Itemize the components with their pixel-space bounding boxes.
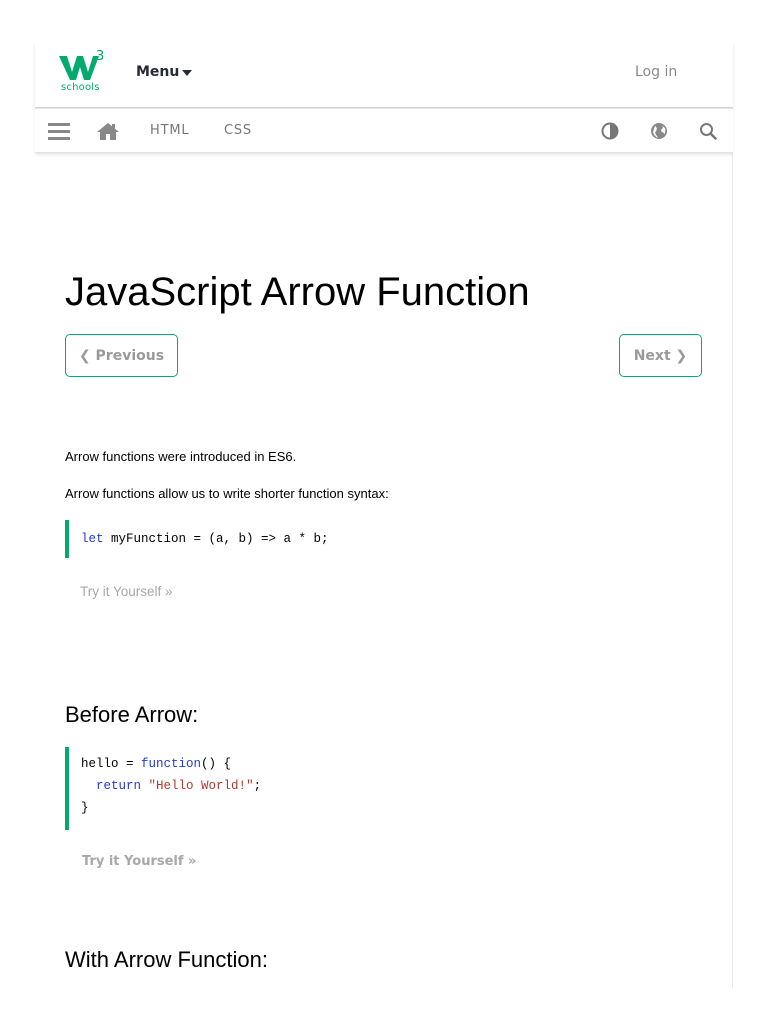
nav-link-html[interactable]: HTML [150,123,189,138]
heading-before-arrow: Before Arrow: [65,702,199,727]
code-text: () { [201,757,232,771]
menu-label: Menu [136,64,180,80]
home-icon[interactable] [97,120,119,142]
login-link[interactable]: Log in [635,64,677,80]
try-it-yourself-link-2[interactable]: Try it Yourself » [82,854,196,869]
logo-text: schools [61,82,100,93]
code-string: "Hello World!" [148,779,254,793]
code-text: } [81,801,89,815]
menu-button[interactable]: Menu [136,64,193,80]
top-bar: 3 schools Menu Log in [35,42,733,108]
nav-link-css[interactable]: CSS [224,123,252,138]
intro-paragraph-2: Arrow functions allow us to write shorte… [65,486,389,501]
code-keyword: let [81,532,104,546]
code-text: hello = [81,757,142,771]
caret-down-icon [182,69,193,76]
globe-icon[interactable] [648,120,670,142]
page-container: 3 schools Menu Log in HTML CSS JavaScrip… [35,42,733,988]
search-icon[interactable] [697,120,719,142]
code-keyword: function [141,757,202,771]
code-example-2: hello = function() { return "Hello World… [65,747,705,830]
code-text: ; [253,779,262,793]
next-button[interactable]: Next ❯ [619,334,702,377]
previous-button[interactable]: ❮ Previous [65,334,178,377]
code-example-1: let myFunction = (a, b) => a * b; [65,520,705,558]
logo-w-icon [59,56,99,80]
code-text: myFunction = (a, b) => a * b; [103,532,329,546]
intro-paragraph-1: Arrow functions were introduced in ES6. [65,449,297,464]
logo-superscript: 3 [96,49,105,64]
code-keyword: return [96,779,142,793]
try-it-yourself-link-1[interactable]: Try it Yourself » [80,584,173,599]
page-title: JavaScript Arrow Function [65,270,530,314]
heading-with-arrow-function: With Arrow Function: [65,947,268,972]
hamburger-icon[interactable] [48,120,70,142]
contrast-icon[interactable] [599,120,621,142]
nav-bar: HTML CSS [35,109,733,153]
w3schools-logo[interactable]: 3 schools [59,49,107,96]
